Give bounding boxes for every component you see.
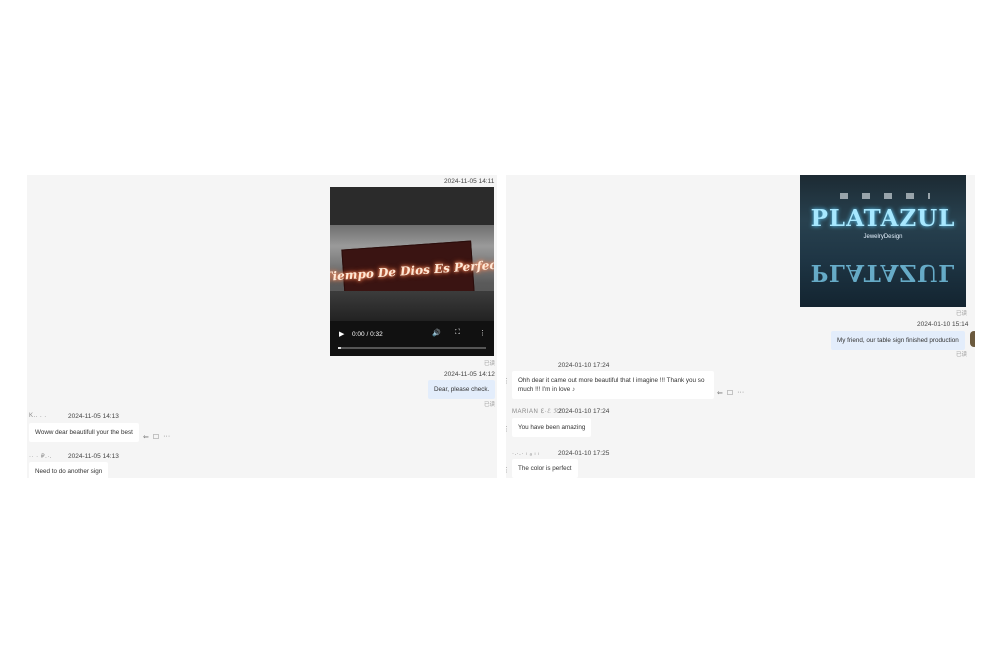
message-timestamp: 2024-01-10 17:24	[558, 362, 610, 369]
sender-name: MARIAN ℇ·ℰ ℛℰ	[512, 409, 563, 415]
video-letterbox	[330, 187, 494, 225]
video-progress-fill	[338, 347, 341, 349]
read-status: 已读	[956, 311, 968, 317]
read-status: 已读	[484, 402, 496, 408]
more-icon[interactable]: ···	[737, 389, 744, 397]
message-bubble[interactable]: Dear, please check.	[428, 380, 496, 399]
message-timestamp: 2024-11-05 14:11	[444, 178, 495, 185]
video-player[interactable]: El Tiempo De Dios Es Perfecto ▶ 0:00 / 0…	[330, 187, 494, 356]
message-actions: ⇐ ☐ ···	[717, 389, 744, 397]
volume-icon[interactable]: 🔊	[432, 329, 441, 337]
left-chat-panel: 2024-11-05 14:11 El Tiempo De Dios Es Pe…	[27, 175, 497, 478]
fullscreen-icon[interactable]: ⛶	[455, 329, 460, 337]
right-chat-panel: PLATAZUL JewelryDesign PLATAZUL 已读 2024-…	[506, 175, 975, 478]
workbench	[330, 291, 494, 321]
sign-brand-text: PLATAZUL	[810, 205, 956, 232]
message-timestamp: 2024-01-10 15:14	[917, 321, 969, 328]
sender-name: K.. . .	[29, 413, 47, 419]
video-time: 0:00 / 0:32	[352, 331, 383, 338]
message-menu-icon[interactable]: ⋮	[506, 377, 510, 385]
message-timestamp: 2024-01-10 17:25	[558, 450, 610, 457]
read-status: 已读	[484, 361, 496, 367]
message-bubble[interactable]: You have been amazing	[512, 418, 592, 437]
video-menu-icon[interactable]: ⋮	[479, 329, 486, 337]
quote-icon[interactable]: ☐	[153, 433, 159, 441]
avatar	[970, 331, 975, 347]
message-timestamp: 2024-01-10 17:24	[558, 408, 610, 415]
reply-icon[interactable]: ⇐	[717, 389, 723, 397]
video-progress-bar[interactable]	[338, 347, 486, 349]
message-timestamp: 2024-11-05 14:13	[68, 413, 119, 420]
message-bubble[interactable]: Ohh dear it came out more beautiful that…	[512, 371, 714, 399]
play-icon[interactable]: ▶	[339, 330, 344, 338]
message-actions: ⇐ ☐ ···	[143, 433, 170, 441]
reply-icon[interactable]: ⇐	[143, 433, 149, 441]
message-bubble[interactable]: My friend, our table sign finished produ…	[831, 331, 965, 350]
sign-sub-text: JewelryDesign	[863, 234, 903, 240]
neon-sign-text: El Tiempo De Dios Es Perfecto	[330, 256, 494, 285]
message-timestamp: 2024-11-05 14:13	[68, 453, 119, 460]
message-bubble[interactable]: Need to do another sign	[29, 462, 109, 478]
message-menu-icon[interactable]: ⋮	[506, 466, 510, 474]
sign-reflection: PLATAZUL	[810, 259, 956, 286]
message-bubble[interactable]: The color is perfect	[512, 459, 578, 478]
product-photo[interactable]: PLATAZUL JewelryDesign PLATAZUL	[800, 175, 966, 307]
read-status: 已读	[956, 352, 968, 358]
video-controls: ▶ 0:00 / 0:32 🔊 ⛶ ⋮	[330, 321, 494, 356]
more-icon[interactable]: ···	[163, 433, 170, 441]
message-bubble[interactable]: Woww dear beautifull your the best	[29, 423, 139, 442]
message-timestamp: 2024-11-05 14:12	[444, 371, 495, 378]
sender-name: ·.·.· ₗ ₐ ₗ ₗ	[512, 451, 540, 457]
message-menu-icon[interactable]: ⋮	[506, 425, 510, 433]
video-frame: El Tiempo De Dios Es Perfecto	[330, 225, 494, 321]
sender-name: ·· · ₽.·.	[29, 454, 52, 460]
quote-icon[interactable]: ☐	[727, 389, 733, 397]
ceiling-lights	[840, 193, 930, 199]
